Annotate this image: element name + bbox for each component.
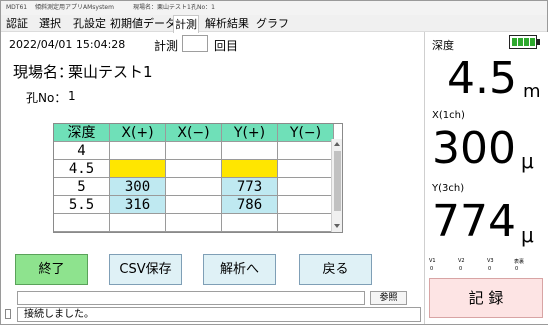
cell-depth: 5.5: [54, 196, 110, 214]
x-value: 300: [432, 123, 516, 174]
cell-x-plus: [110, 142, 166, 160]
v3-value: 0: [488, 266, 492, 272]
browse-button[interactable]: 参照: [370, 291, 407, 305]
cell-y-plus: [222, 142, 278, 160]
back-button[interactable]: 戻る: [299, 254, 372, 285]
table-header-row: 深度 X(+) X(−) Y(+) Y(−): [54, 124, 342, 142]
status-indicator: [5, 309, 11, 319]
table-row[interactable]: 5 300 773: [54, 178, 342, 196]
depth-unit: m: [523, 81, 541, 102]
scroll-down-icon[interactable]: [334, 224, 340, 228]
cell-y-plus: 773: [222, 178, 278, 196]
table-row[interactable]: 4: [54, 142, 342, 160]
header-x-minus: X(−): [166, 124, 222, 142]
y-unit: μ: [521, 223, 534, 247]
y-value: 774: [432, 196, 516, 247]
cell-depth: 5: [54, 178, 110, 196]
times-suffix: 回目: [214, 39, 239, 53]
measure-count-input[interactable]: [182, 35, 208, 52]
site-name: 栗山テスト1: [68, 63, 153, 81]
front-back-value: 0: [515, 266, 519, 272]
cell-y-plus: [222, 214, 278, 232]
tab-auth[interactable]: 認証: [5, 15, 29, 32]
app-desc: 傾斜測定用アプリ: [35, 4, 84, 11]
table-scrollbar[interactable]: [331, 139, 342, 232]
scroll-up-icon[interactable]: [334, 142, 340, 146]
cell-x-plus: [110, 160, 166, 178]
v1-label: V1: [429, 258, 436, 264]
csv-save-button[interactable]: CSV保存: [109, 254, 182, 285]
cell-y-plus: [222, 160, 278, 178]
v3-label: V3: [487, 258, 494, 264]
v1-value: 0: [430, 266, 434, 272]
y-channel-label: Y(3ch): [432, 183, 465, 194]
title-bar: MDT61 傾斜測定用アプリ AMsystem 現場名：栗山テスト1 孔No：1: [1, 1, 547, 15]
cell-y-minus: [278, 160, 334, 178]
datetime-text: 2022/04/01 15:04:28: [9, 38, 126, 51]
hole-number: 1: [68, 89, 76, 103]
depth-value: 4.5: [447, 53, 517, 104]
x-unit: μ: [521, 149, 534, 173]
tab-hole-settings[interactable]: 孔設定: [72, 15, 107, 32]
cell-y-plus: 786: [222, 196, 278, 214]
table-row[interactable]: 4.5: [54, 160, 342, 178]
tab-analysis-results[interactable]: 解析結果: [204, 15, 250, 32]
app-name: MDT61: [6, 4, 28, 11]
tab-select[interactable]: 選択: [38, 15, 62, 32]
front-back-label: 表裏: [514, 259, 525, 265]
cell-depth: 4: [54, 142, 110, 160]
cell-y-minus: [278, 196, 334, 214]
cell-x-minus: [166, 196, 222, 214]
cell-x-minus: [166, 178, 222, 196]
header-x-plus: X(+): [110, 124, 166, 142]
file-path-input[interactable]: [17, 291, 365, 305]
table-row[interactable]: [54, 214, 342, 232]
cell-x-plus: [110, 214, 166, 232]
measure-label: 計測: [154, 39, 179, 53]
hole-label: 孔No：: [26, 91, 67, 105]
site-label: 現場名：: [13, 63, 74, 81]
scroll-thumb[interactable]: [334, 151, 341, 211]
cell-y-minus: [278, 142, 334, 160]
title-hole: 孔No：1: [191, 4, 215, 11]
cell-x-plus: 300: [110, 178, 166, 196]
cell-x-minus: [166, 142, 222, 160]
cell-depth: [54, 214, 110, 232]
tab-measure[interactable]: 計測: [173, 15, 199, 33]
v2-value: 0: [459, 266, 463, 272]
battery-icon: [509, 35, 540, 49]
cell-y-minus: [278, 178, 334, 196]
status-message: 接続しました。: [17, 307, 421, 322]
title-site: 現場名：栗山テスト1: [133, 4, 191, 11]
header-y-plus: Y(+): [222, 124, 278, 142]
tab-graph[interactable]: グラフ: [255, 15, 290, 32]
company-name: AMsystem: [83, 4, 114, 11]
cell-x-minus: [166, 160, 222, 178]
cell-x-plus: 316: [110, 196, 166, 214]
cell-y-minus: [278, 214, 334, 232]
cell-depth: 4.5: [54, 160, 110, 178]
end-button[interactable]: 終了: [15, 254, 88, 285]
header-depth: 深度: [54, 124, 110, 142]
measurement-table: 深度 X(+) X(−) Y(+) Y(−) 4 4.5 5 300 773 5…: [53, 123, 343, 233]
header-y-minus: Y(−): [278, 124, 334, 142]
menu-bar: 認証 選択 孔設定 初期値データ 計測 解析結果 グラフ: [1, 15, 547, 33]
app-window: MDT61 傾斜測定用アプリ AMsystem 現場名：栗山テスト1 孔No：1…: [0, 0, 548, 325]
analyze-button[interactable]: 解析へ: [203, 254, 276, 285]
depth-label: 深度: [432, 39, 454, 52]
v2-label: V2: [458, 258, 465, 264]
table-row[interactable]: 5.5 316 786: [54, 196, 342, 214]
x-channel-label: X(1ch): [432, 110, 465, 121]
tab-initial-data[interactable]: 初期値データ: [109, 15, 177, 32]
cell-x-minus: [166, 214, 222, 232]
record-button[interactable]: 記 録: [429, 278, 543, 318]
